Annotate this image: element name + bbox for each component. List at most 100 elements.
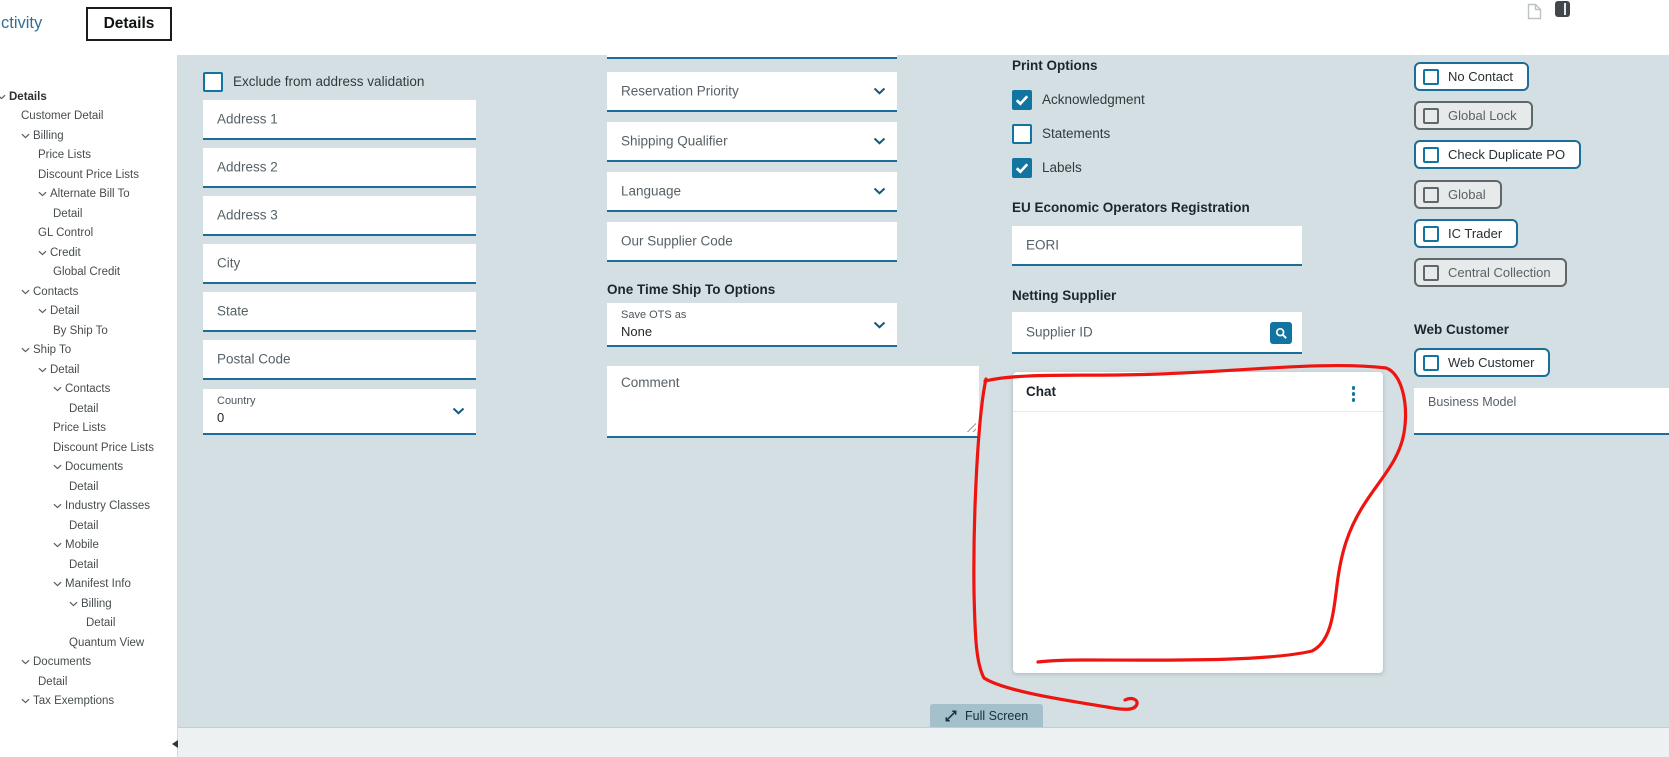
sidebar-item-documents[interactable]: Documents — [0, 653, 177, 673]
address-3-input[interactable]: Address 3 — [203, 196, 476, 236]
clipped-top-field[interactable] — [607, 55, 897, 59]
sidebar-item-label: Discount Price Lists — [38, 168, 139, 181]
comment-textarea[interactable]: Comment — [607, 366, 979, 438]
language-select[interactable]: Language — [607, 172, 897, 212]
sidebar-item-price-lists[interactable]: Price Lists — [0, 146, 177, 166]
address-2-input[interactable]: Address 2 — [203, 148, 476, 188]
global-toggle[interactable]: Global — [1414, 180, 1502, 209]
chat-body[interactable] — [1013, 412, 1383, 672]
sidebar-item-detail[interactable]: Detail — [0, 399, 177, 419]
global-lock-toggle[interactable]: Global Lock — [1414, 101, 1533, 130]
sidebar-item-label: Detail — [38, 675, 68, 688]
sidebar-item-detail[interactable]: Detail — [0, 555, 177, 575]
sidebar-item-contacts[interactable]: Contacts — [0, 380, 177, 400]
sidebar-item-mobile[interactable]: Mobile — [0, 536, 177, 556]
postal-code-input[interactable]: Postal Code — [203, 340, 476, 380]
sidebar-item-detail[interactable]: Detail — [0, 302, 177, 322]
tree-chevron-icon — [53, 581, 62, 587]
select-placeholder: Shipping Qualifier — [621, 133, 728, 149]
toggle-label: IC Trader — [1448, 226, 1503, 241]
sidebar-item-label: Contacts — [33, 285, 79, 298]
sidebar-item-label: Customer Detail — [21, 110, 104, 123]
sidebar-item-label: GL Control — [38, 227, 94, 240]
country-value: 0 — [217, 410, 225, 425]
acknowledgment-checkbox[interactable] — [1012, 90, 1032, 110]
sidebar-item-billing[interactable]: Billing — [0, 126, 177, 146]
sidebar-item-label: Detail — [50, 363, 80, 376]
country-select[interactable]: Country 0 — [203, 389, 476, 435]
sidebar-item-detail[interactable]: Detail — [0, 614, 177, 634]
tree-chevron-icon — [38, 250, 47, 256]
save-ots-select[interactable]: Save OTS as None — [607, 303, 897, 347]
sidebar-item-ship-to[interactable]: Ship To — [0, 341, 177, 361]
sidebar-item-credit[interactable]: Credit — [0, 243, 177, 263]
sidebar-item-global-credit[interactable]: Global Credit — [0, 263, 177, 283]
search-icon[interactable] — [1270, 322, 1292, 344]
reservation-priority-select[interactable]: Reservation Priority — [607, 72, 897, 112]
kebab-menu-icon[interactable] — [1351, 385, 1357, 403]
sidebar-item-alternate-bill-to[interactable]: Alternate Bill To — [0, 185, 177, 205]
footer-strip — [178, 727, 1669, 757]
resize-handle[interactable] — [966, 422, 976, 432]
check-duplicate-po-toggle[interactable]: Check Duplicate PO — [1414, 140, 1582, 169]
ic-trader-toggle[interactable]: IC Trader — [1414, 219, 1519, 248]
sidebar-item-label: Billing — [81, 597, 112, 610]
document-icon[interactable] — [1527, 3, 1542, 25]
address-1-input[interactable]: Address 1 — [203, 100, 476, 140]
sidebar-item-label: Price Lists — [53, 422, 107, 435]
sidebar-item-manifest-info[interactable]: Manifest Info — [0, 575, 177, 595]
sidebar-item-tax-exemptions[interactable]: Tax Exemptions — [0, 692, 177, 712]
sidebar-item-industry-classes[interactable]: Industry Classes — [0, 497, 177, 517]
web-customer-toggle[interactable]: Web Customer — [1414, 348, 1551, 377]
eori-input[interactable]: EORI — [1012, 226, 1302, 266]
tree-chevron-icon — [21, 698, 30, 704]
toggle-label: Web Customer — [1448, 355, 1535, 370]
panel-toggle-icon[interactable] — [1555, 1, 1570, 17]
sidebar-item-label: Documents — [65, 461, 124, 474]
sidebar-item-customer-detail[interactable]: Customer Detail — [0, 107, 177, 127]
shipping-qualifier-select[interactable]: Shipping Qualifier — [607, 122, 897, 162]
no-contact-toggle[interactable]: No Contact — [1414, 62, 1530, 91]
sidebar-item-gl-control[interactable]: GL Control — [0, 224, 177, 244]
sidebar-item-discount-price-lists[interactable]: Discount Price Lists — [0, 438, 177, 458]
sidebar-item-by-ship-to[interactable]: By Ship To — [0, 321, 177, 341]
sidebar-item-label: Documents — [33, 656, 92, 669]
sidebar-item-label: Manifest Info — [65, 578, 131, 591]
supplier-id-input[interactable]: Supplier ID — [1012, 312, 1302, 354]
sidebar-item-details[interactable]: Details — [0, 87, 177, 107]
sidebar-item-detail[interactable]: Detail — [0, 477, 177, 497]
sidebar-item-detail[interactable]: Detail — [0, 516, 177, 536]
sidebar-item-detail[interactable]: Detail — [0, 360, 177, 380]
scroll-arrow-icon[interactable] — [172, 740, 178, 748]
our-supplier-code-input[interactable]: Our Supplier Code — [607, 222, 897, 262]
tree-chevron-icon — [21, 133, 30, 139]
comment-placeholder: Comment — [621, 375, 680, 390]
sidebar-item-label: Credit — [50, 246, 81, 259]
sidebar-item-documents[interactable]: Documents — [0, 458, 177, 478]
exclude-address-validation-checkbox[interactable] — [203, 72, 223, 92]
city-input[interactable]: City — [203, 244, 476, 284]
sidebar-item-contacts[interactable]: Contacts — [0, 282, 177, 302]
sidebar-item-label: Tax Exemptions — [33, 695, 115, 708]
state-input[interactable]: State — [203, 292, 476, 332]
sidebar-item-detail[interactable]: Detail — [0, 672, 177, 692]
chevron-down-icon — [452, 407, 465, 415]
chat-panel: Chat — [1013, 372, 1383, 673]
sidebar-item-detail[interactable]: Detail — [0, 204, 177, 224]
netting-supplier-header: Netting Supplier — [1012, 288, 1117, 303]
sidebar-item-quantum-view[interactable]: Quantum View — [0, 633, 177, 653]
sidebar-item-price-lists[interactable]: Price Lists — [0, 419, 177, 439]
labels-checkbox[interactable] — [1012, 158, 1032, 178]
tab-activity-partial[interactable]: ctivity — [1, 14, 42, 33]
central-collection-toggle[interactable]: Central Collection — [1414, 258, 1567, 287]
one-time-ship-to-header: One Time Ship To Options — [607, 282, 776, 297]
full-screen-button[interactable]: Full Screen — [930, 704, 1044, 727]
business-model-select[interactable]: Business Model — [1414, 388, 1669, 435]
sidebar-item-billing[interactable]: Billing — [0, 594, 177, 614]
tree-chevron-icon — [38, 308, 47, 314]
statements-checkbox[interactable] — [1012, 124, 1032, 144]
sidebar-item-discount-price-lists[interactable]: Discount Price Lists — [0, 165, 177, 185]
checkbox-icon — [1423, 354, 1439, 371]
sidebar-item-label: Contacts — [65, 383, 111, 396]
tab-details[interactable]: Details — [86, 7, 172, 41]
